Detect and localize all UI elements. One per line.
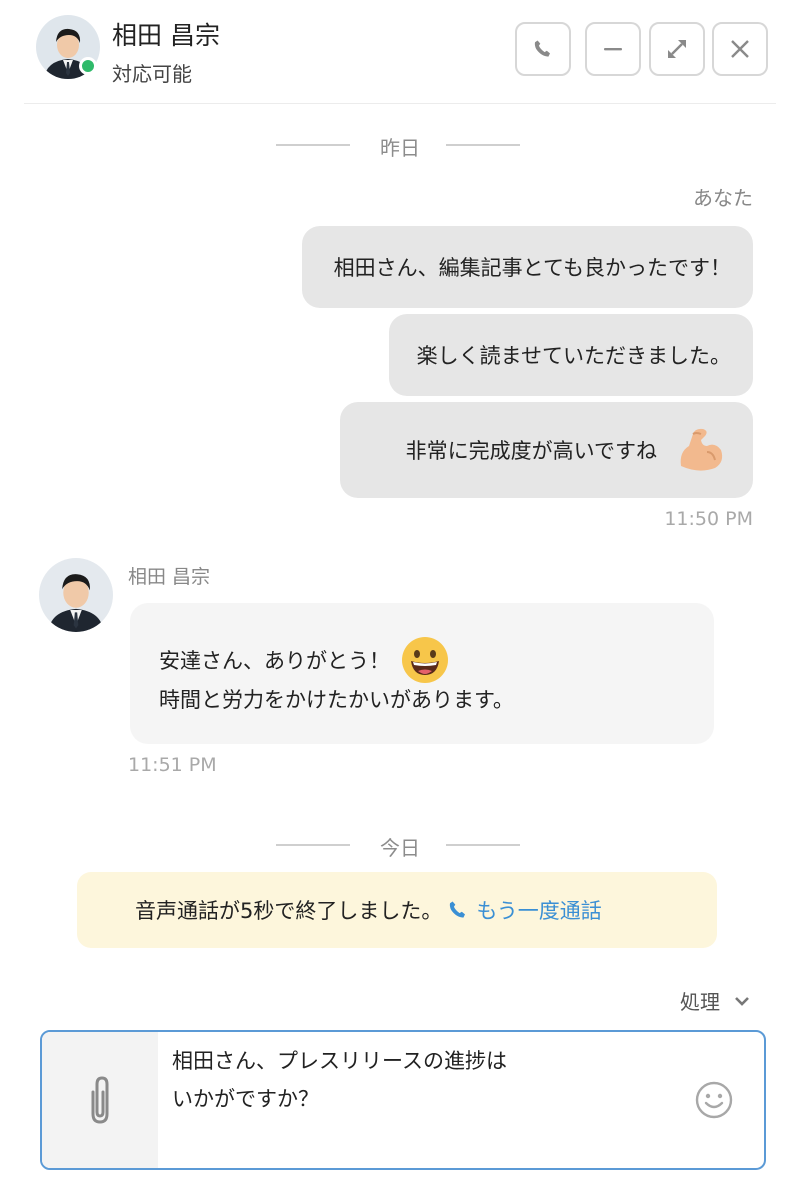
draft-line: いかがですか？ — [172, 1087, 319, 1111]
attach-button[interactable] — [42, 1032, 158, 1168]
call-ended-notice: 音声通話が5秒で終了しました。 もう一度通話 — [77, 872, 717, 948]
minimize-button[interactable] — [585, 22, 641, 76]
sender-name: 相田 昌宗 — [128, 566, 211, 588]
online-status-dot — [79, 57, 97, 75]
message-input[interactable]: 相田さん、プレスリリースの進捗は いかがですか？ — [172, 1042, 692, 1118]
call-again-label: もう一度通話 — [476, 899, 602, 923]
call-ended-text: 音声通話が5秒で終了しました。 — [135, 899, 443, 923]
expand-icon — [664, 36, 690, 62]
message-text: 非常に完成度が高いですね — [405, 439, 657, 463]
date-separator-yesterday: 昨日 — [0, 130, 800, 160]
separator-line — [446, 144, 520, 146]
action-dropdown[interactable]: 処理 — [680, 986, 752, 1015]
date-label: 昨日 — [380, 136, 420, 160]
flexed-biceps-emoji-icon — [671, 422, 727, 478]
smiley-icon — [694, 1080, 734, 1120]
sender-avatar — [39, 558, 113, 632]
action-label: 処理 — [680, 990, 720, 1014]
emoji-button[interactable] — [694, 1080, 734, 1124]
date-label: 今日 — [380, 836, 420, 860]
draft-line: 相田さん、プレスリリースの進捗は — [172, 1049, 507, 1073]
date-separator-today: 今日 — [0, 830, 800, 860]
outgoing-message: 非常に完成度が高いですね — [339, 402, 753, 498]
close-button[interactable] — [712, 22, 768, 76]
message-text: 相田さん、編集記事とても良かったです！ — [333, 256, 731, 280]
separator-line — [446, 844, 520, 846]
contact-status: 対応可能 — [112, 62, 192, 86]
message-composer: 相田さん、プレスリリースの進捗は いかがですか？ — [40, 1030, 766, 1170]
outgoing-message: 楽しく読ませていただきました。 — [388, 314, 753, 396]
chat-header: 相田 昌宗 対応可能 — [24, 0, 776, 104]
message-timestamp: 11:50 PM — [664, 508, 753, 530]
expand-button[interactable] — [649, 22, 705, 76]
sender-label-you: あなた — [693, 186, 753, 210]
paperclip-icon — [83, 1072, 117, 1128]
incoming-message: 安達さん、ありがとう！ 時間と労力をかけたかいがあります。 — [130, 603, 714, 744]
call-again-link[interactable]: もう一度通話 — [446, 895, 602, 925]
message-timestamp: 11:51 PM — [128, 754, 217, 776]
message-text: 時間と労力をかけたかいがあります。 — [159, 688, 514, 712]
minimize-icon — [600, 36, 626, 62]
message-text: 安達さん、ありがとう！ — [159, 649, 390, 673]
message-text: 楽しく読ませていただきました。 — [416, 344, 731, 368]
call-button[interactable] — [515, 22, 571, 76]
contact-name: 相田 昌宗 — [112, 21, 220, 50]
close-icon — [727, 36, 753, 62]
outgoing-message: 相田さん、編集記事とても良かったです！ — [301, 226, 753, 308]
grinning-face-emoji-icon — [400, 635, 450, 685]
phone-icon — [531, 37, 555, 61]
chevron-down-icon — [732, 991, 752, 1011]
phone-icon — [446, 898, 470, 922]
